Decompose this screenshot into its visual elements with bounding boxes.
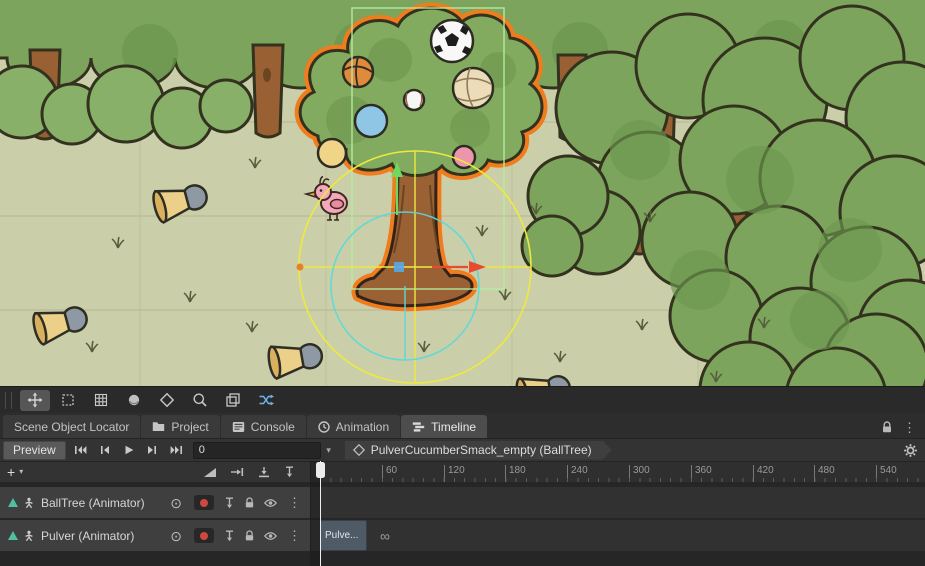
paint-tool-button[interactable]: [152, 390, 182, 411]
gear-icon[interactable]: [903, 443, 918, 463]
track-type-icon: [8, 498, 18, 507]
playhead-handle[interactable]: [316, 462, 325, 478]
target-picker-icon[interactable]: ⊙: [170, 496, 182, 510]
eye-icon[interactable]: [264, 498, 277, 508]
play-button[interactable]: [117, 441, 141, 460]
tab-animation[interactable]: Animation: [307, 415, 400, 438]
replace-mode-button[interactable]: [257, 466, 271, 478]
marquee-select-tool-button[interactable]: [53, 390, 83, 411]
timeline-icon: [412, 421, 425, 433]
ruler-label: 300: [629, 465, 650, 482]
track-lane[interactable]: [311, 487, 925, 518]
blue-ball: [355, 105, 387, 137]
ruler-label: 480: [814, 465, 835, 482]
track-name: Pulver (Animator): [41, 529, 134, 543]
scene-toolbar: [0, 386, 925, 413]
tab-project[interactable]: Project: [141, 415, 219, 438]
next-frame-button[interactable]: [141, 441, 165, 460]
lock-icon[interactable]: [244, 497, 255, 509]
tab-label: Animation: [336, 420, 389, 434]
volleyball: [453, 68, 493, 108]
move-tool-button[interactable]: [20, 390, 50, 411]
chevron-down-icon: ▾: [19, 468, 23, 476]
record-button[interactable]: [194, 495, 214, 510]
ruler-label: 180: [505, 465, 526, 482]
record-button[interactable]: [194, 528, 214, 543]
ruler-label: 360: [691, 465, 712, 482]
target-picker-icon[interactable]: ⊙: [170, 529, 182, 543]
track-lane[interactable]: [311, 520, 925, 551]
pin-icon[interactable]: [224, 497, 235, 509]
unity-editor-window: Scene Object Locator Project Console Ani…: [0, 0, 925, 566]
markers-toggle-button[interactable]: [284, 466, 295, 478]
track-menu-button[interactable]: ⋮: [288, 529, 301, 542]
tab-label: Timeline: [431, 420, 476, 434]
animation-clip[interactable]: Pulve...: [320, 520, 367, 551]
ruler-label: 240: [567, 465, 588, 482]
mix-mode-button[interactable]: [203, 466, 217, 478]
folder-icon: [152, 421, 165, 432]
tab-label: Scene Object Locator: [14, 420, 129, 434]
panel-menu-button[interactable]: ⋮: [903, 421, 916, 434]
lock-icon[interactable]: [881, 421, 893, 434]
panel-tabbar: Scene Object Locator Project Console Ani…: [0, 413, 925, 438]
track-type-icon: [8, 531, 18, 540]
stamp-tool-button[interactable]: [218, 390, 248, 411]
animator-icon: [23, 530, 35, 542]
sphere-tool-button[interactable]: [119, 390, 149, 411]
timeline-asset-icon: [353, 444, 365, 456]
plus-icon: +: [7, 465, 15, 479]
track-header-balltree[interactable]: BallTree (Animator) ⊙ ⋮: [0, 487, 310, 518]
edit-mode-buttons: [203, 466, 310, 478]
go-to-start-button[interactable]: [69, 441, 93, 460]
preview-toggle-button[interactable]: Preview: [3, 441, 66, 460]
frame-dropdown-caret[interactable]: ▾: [321, 445, 337, 456]
tab-timeline[interactable]: Timeline: [401, 415, 487, 438]
frame-number-field[interactable]: [193, 442, 321, 459]
ruler-label: 120: [444, 465, 465, 482]
console-icon: [232, 421, 245, 433]
tab-label: Console: [251, 420, 295, 434]
panel-divider: [310, 461, 311, 566]
clip-label: Pulve...: [325, 530, 358, 541]
timeline-ruler[interactable]: 60 120 180 240 300 360 420 480 540: [311, 461, 925, 482]
animator-icon: [23, 497, 35, 509]
basketball: [343, 57, 373, 87]
add-track-button[interactable]: + ▾: [7, 465, 23, 479]
breadcrumb-label: PulverCucumberSmack_empty (BallTree): [371, 443, 592, 457]
tab-label: Project: [171, 420, 208, 434]
transport-controls: [69, 441, 189, 460]
breadcrumb[interactable]: PulverCucumberSmack_empty (BallTree): [345, 441, 612, 460]
go-to-end-button[interactable]: [165, 441, 189, 460]
track-menu-button[interactable]: ⋮: [288, 496, 301, 509]
track-header-pulver[interactable]: Pulver (Animator) ⊙ ⋮: [0, 520, 310, 551]
eye-icon[interactable]: [264, 531, 277, 541]
ripple-mode-button[interactable]: [230, 466, 244, 478]
track-list-header: + ▾: [0, 461, 310, 482]
track-name: BallTree (Animator): [41, 496, 145, 510]
pink-ball: [453, 146, 475, 168]
infinite-clip-icon: ∞: [380, 520, 390, 551]
zoom-tool-button[interactable]: [185, 390, 215, 411]
ruler-label: 60: [382, 465, 397, 482]
timeline-toolbar: Preview ▾ PulverCucumberSmack_empty (Bal…: [0, 438, 925, 461]
ruler-label: 420: [753, 465, 774, 482]
previous-frame-button[interactable]: [93, 441, 117, 460]
clock-icon: [318, 421, 330, 433]
toolbar-grip[interactable]: [5, 392, 12, 409]
tab-console[interactable]: Console: [221, 415, 306, 438]
pin-icon[interactable]: [224, 530, 235, 542]
grid-tool-button[interactable]: [86, 390, 116, 411]
lock-icon[interactable]: [244, 530, 255, 542]
yellow-ball: [318, 139, 346, 167]
shuffle-tool-button[interactable]: [251, 390, 281, 411]
scene-view[interactable]: [0, 0, 925, 386]
ruler-label: 540: [876, 465, 897, 482]
tab-scene-object-locator[interactable]: Scene Object Locator: [3, 415, 140, 438]
